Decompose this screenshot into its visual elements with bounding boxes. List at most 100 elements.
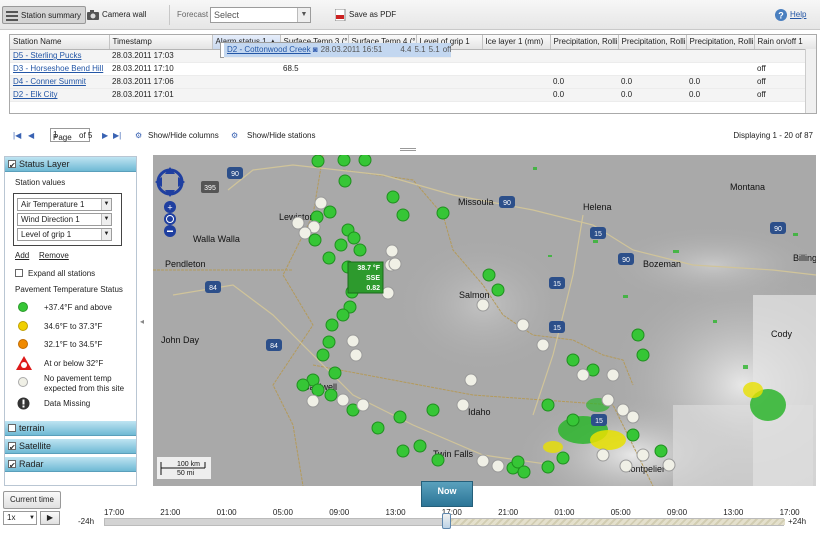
station-summary-button[interactable]: Station summary [2,6,87,24]
add-link[interactable]: Add [15,251,29,260]
help-button[interactable]: ? Help [775,6,806,24]
station-marker[interactable] [323,205,337,219]
map[interactable]: Missoula Helena Montana Walla Walla Lewi… [153,155,816,486]
timeline-handle[interactable] [442,513,451,529]
station-marker[interactable] [654,444,668,458]
station-marker[interactable] [426,403,440,417]
station-marker[interactable] [636,348,650,362]
column-header[interactable]: Rain on/off 1 [754,35,816,50]
station-link[interactable]: D3 - Horseshoe Bend Hill [13,64,103,73]
last-page-icon[interactable]: ▶| [113,131,121,140]
station-marker[interactable] [385,244,399,258]
station-marker[interactable] [296,378,310,392]
zoom-in-button[interactable]: + [164,201,176,213]
station-marker[interactable] [396,444,410,458]
show-hide-columns-button[interactable]: Show/Hide columns [148,131,219,140]
station-marker[interactable] [314,196,328,210]
terrain-header[interactable]: terrain [5,421,136,436]
station-marker[interactable] [316,348,330,362]
station-marker[interactable] [566,353,580,367]
station-marker[interactable] [353,243,367,257]
station-marker[interactable] [306,394,320,408]
station-marker[interactable] [596,448,610,462]
camera-icon[interactable]: ◙ [311,45,318,54]
station-marker[interactable] [396,208,410,222]
station-marker[interactable] [541,398,555,412]
column-header[interactable]: Precipitation, Rolling [618,35,687,50]
forecast-select[interactable]: Select ▼ [210,7,311,23]
station-marker[interactable] [371,421,385,435]
now-button[interactable]: Now [421,481,473,507]
zoom-out-button[interactable] [164,225,176,237]
station-marker[interactable] [464,373,478,387]
station-marker[interactable] [388,257,402,271]
station-marker[interactable] [601,393,615,407]
station-marker[interactable] [482,268,496,282]
table-cell[interactable]: D2 - Cottonwood Creek ◙ [224,43,318,58]
station-value-select-2[interactable]: Wind Direction 1 ▼ [17,213,112,226]
station-marker[interactable] [516,318,530,332]
station-marker[interactable] [413,439,427,453]
column-header[interactable]: Ice layer 1 (mm) [482,35,551,50]
station-marker[interactable] [606,368,620,382]
station-marker[interactable] [631,328,645,342]
station-marker[interactable] [349,348,363,362]
column-header[interactable]: Precipitation, Rolling [686,35,755,50]
play-button[interactable]: ▶ [40,511,60,525]
station-marker[interactable] [393,410,407,424]
station-marker[interactable] [381,286,395,300]
satellite-header[interactable]: Satellite [5,439,136,455]
station-marker[interactable] [491,283,505,297]
terrain-checkbox[interactable] [8,424,16,432]
station-marker[interactable] [566,413,580,427]
station-link[interactable]: D4 - Conner Summit [13,77,86,86]
speed-select[interactable]: 1x ▼ [3,511,37,525]
table-row[interactable]: D4 - Conner Summit 28.03.2011 17:06 0.0 0.0… [10,75,816,89]
station-marker[interactable] [311,155,325,168]
station-marker[interactable] [626,410,640,424]
station-marker[interactable] [336,308,350,322]
station-marker[interactable] [491,459,505,473]
map-pan-control[interactable] [155,167,185,197]
grid-scrollbar[interactable] [805,49,816,113]
table-cell[interactable]: D4 - Conner Summit [10,75,109,89]
station-marker[interactable] [334,238,348,252]
station-marker[interactable] [311,383,325,397]
station-marker[interactable] [386,190,400,204]
station-marker[interactable] [338,174,352,188]
zoom-world-icon[interactable] [164,213,176,225]
station-marker[interactable] [322,335,336,349]
map-canvas[interactable]: Missoula Helena Montana Walla Walla Lewi… [153,155,816,486]
splitter-handle[interactable] [400,148,416,151]
station-marker[interactable] [356,398,370,412]
column-header[interactable]: Station Name [10,35,110,50]
column-header[interactable]: Precipitation, Rolling [550,35,619,50]
station-marker[interactable] [325,318,339,332]
status-layer-header[interactable]: Status Layer [5,157,136,173]
next-page-icon[interactable]: ▶ [102,131,108,140]
collapse-panel-icon[interactable]: ◂ [140,317,144,326]
station-marker[interactable] [337,155,351,167]
table-row[interactable]: D2 - Cottonwood Creek ◙ 28.03.2011 16:51 4… [220,42,452,58]
station-marker[interactable] [517,465,531,479]
show-hide-stations-button[interactable]: Show/Hide stations [247,131,315,140]
station-marker[interactable] [626,428,640,442]
station-marker[interactable] [536,338,550,352]
station-marker[interactable] [556,451,570,465]
station-marker[interactable] [347,231,361,245]
station-marker[interactable] [324,388,338,402]
station-marker[interactable] [336,393,350,407]
station-link[interactable]: D5 - Sterling Pucks [13,51,81,60]
table-cell[interactable]: D3 - Horseshoe Bend Hill [10,62,109,76]
station-link[interactable]: D2 - Cottonwood Creek [227,45,311,54]
radar-checkbox[interactable] [8,458,16,473]
station-value-select-3[interactable]: Level of grip 1 ▼ [17,228,112,241]
status-layer-checkbox[interactable] [8,158,16,173]
station-marker[interactable] [576,368,590,382]
station-marker[interactable] [619,459,633,473]
column-header[interactable]: Timestamp [109,35,213,50]
camera-wall-button[interactable]: Camera wall [84,6,146,24]
station-marker[interactable] [541,460,555,474]
table-cell[interactable]: D2 - Elk City [10,88,109,102]
satellite-checkbox[interactable] [8,440,16,455]
